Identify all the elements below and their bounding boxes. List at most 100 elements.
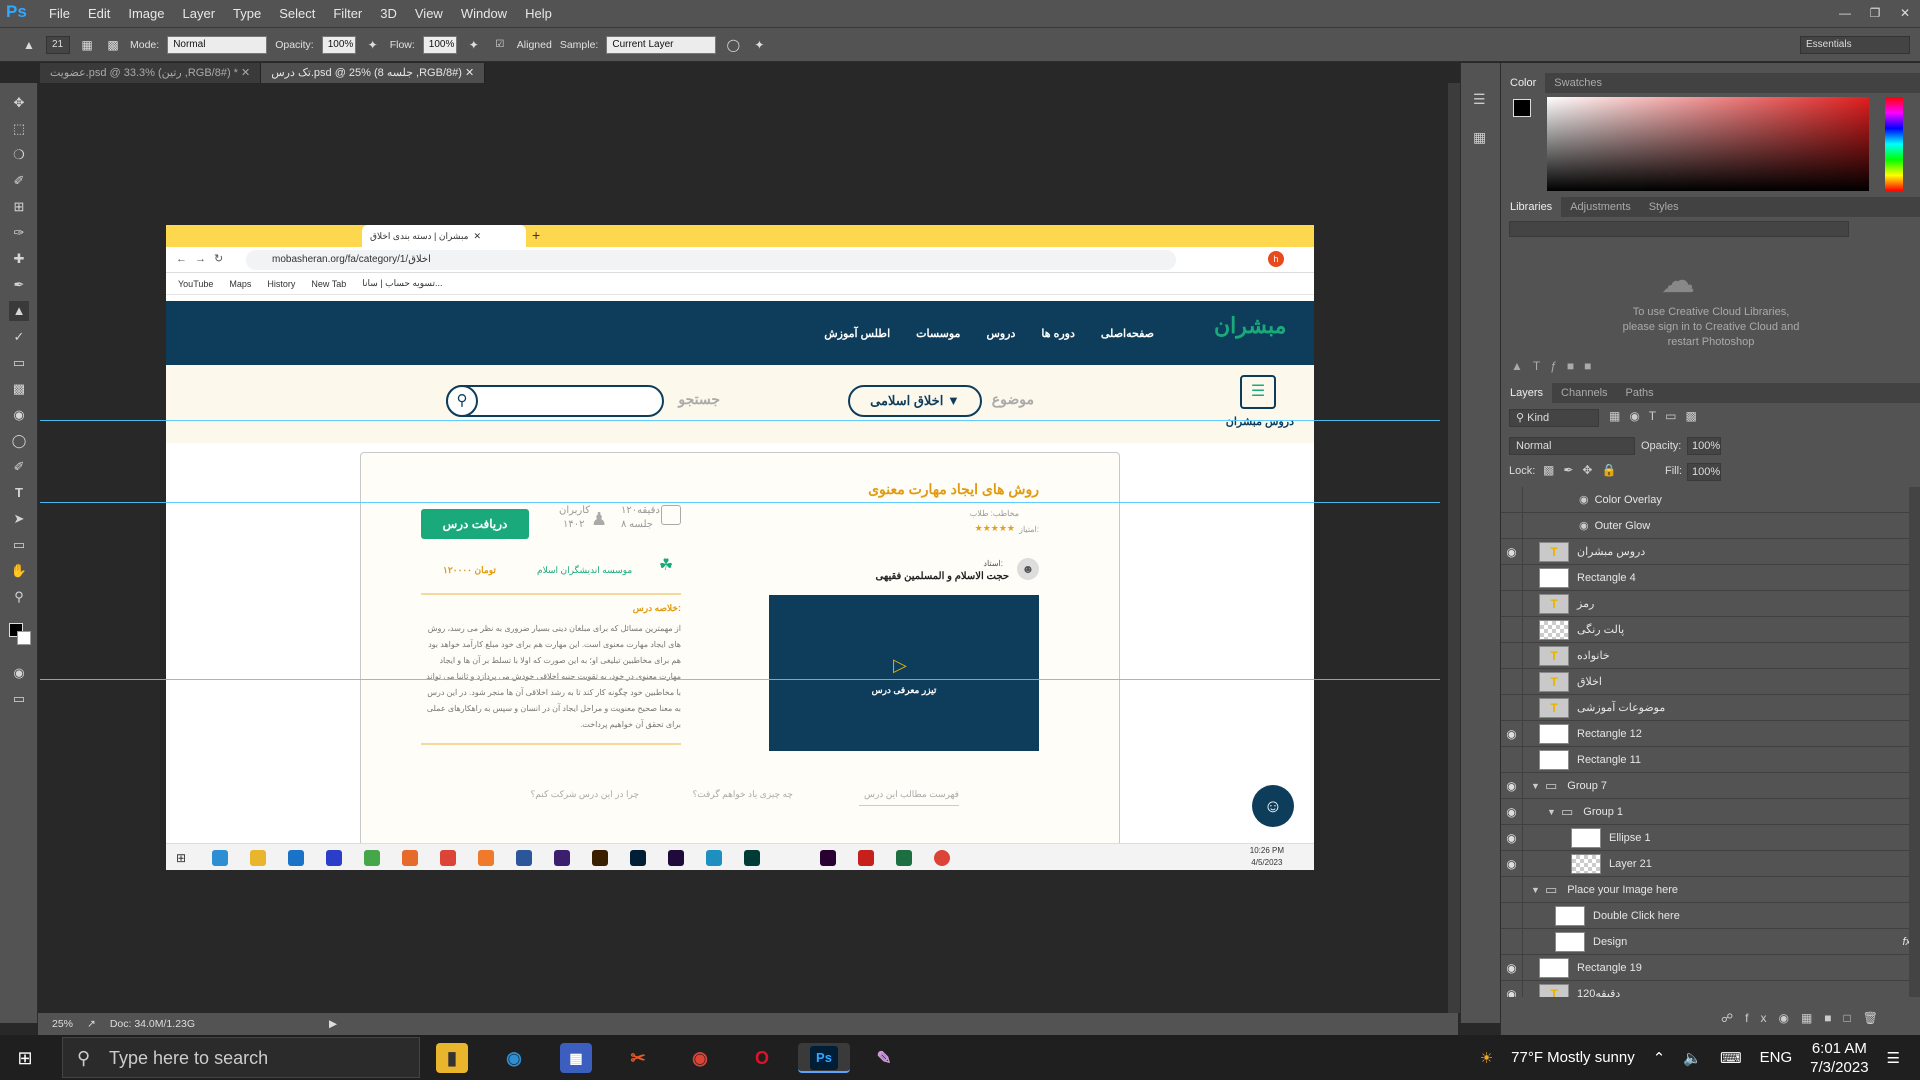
layers-scrollbar[interactable] [1909,487,1920,997]
weather-icon[interactable]: ☀ [1480,1049,1493,1067]
sample-select[interactable]: Current Layer [606,35,717,54]
layer-visibility-eye-icon[interactable] [1501,928,1523,955]
layer-visibility-eye-icon[interactable] [1501,512,1523,539]
paint-icon[interactable]: ✎ [868,1043,900,1073]
canvas-scrollbar[interactable] [1448,83,1460,1013]
layer-visibility-eye-icon[interactable] [1501,590,1523,617]
layer-row[interactable]: ◉ Color Overlay [1501,487,1911,513]
layer-row[interactable]: ◉ ▼ ▭ Group 1 [1501,798,1911,825]
keyboard-icon[interactable]: ⌨ [1720,1049,1742,1067]
tab-swatches[interactable]: Swatches [1545,73,1611,93]
healing-brush-icon[interactable]: ✚ [9,249,29,269]
background-color-swatch[interactable] [17,631,31,645]
lasso-tool-icon[interactable]: ❍ [9,145,29,165]
layer-row[interactable]: Rectangle 4 [1501,564,1911,591]
pressure-size-icon[interactable]: ✦ [750,36,768,54]
layer-visibility-eye-icon[interactable] [1501,694,1523,721]
tab-paths[interactable]: Paths [1617,383,1663,403]
doc-tab-1[interactable]: عضویت.psd @ 33.3% (رتین ,RGB/8#) * ✕ [40,63,262,83]
group-toggle-icon[interactable]: ▼ [1547,807,1561,817]
library-action-icons[interactable]: ▲Tƒ■■ [1511,359,1601,373]
gradient-tool-icon[interactable]: ▩ [9,379,29,399]
workspace-select[interactable]: Essentials [1800,35,1910,54]
layer-row[interactable]: ◉ Ellipse 1 [1501,824,1911,851]
clone-source-icon[interactable]: ▩ [104,36,122,54]
layer-row[interactable]: ◉ T دقیقه120 [1501,980,1911,997]
lock-icons[interactable]: ▩✒✥🔒 [1543,463,1625,477]
clock[interactable]: 6:01 AM 7/3/2023 [1810,1039,1868,1077]
layer-row[interactable]: Rectangle 11 [1501,746,1911,773]
tab-styles[interactable]: Styles [1640,197,1688,217]
type-tool-icon[interactable]: T [9,483,29,503]
status-menu-arrow-icon[interactable]: ▶ [329,1018,337,1030]
tray-chevron-icon[interactable]: ⌃ [1653,1049,1666,1067]
quick-mask-icon[interactable]: ◉ [9,663,29,683]
layer-kind-filter[interactable]: ⚲ Kind [1509,409,1599,427]
layer-row[interactable]: Double Click here [1501,902,1911,929]
layer-row[interactable]: ◉ Rectangle 19 [1501,954,1911,981]
layer-visibility-eye-icon[interactable] [1501,876,1523,903]
layer-visibility-eye-icon[interactable] [1501,616,1523,643]
layer-row[interactable]: Design fx [1501,928,1911,955]
menu-image[interactable]: Image [119,0,173,28]
brush-size[interactable]: 21 [46,35,70,54]
minimize-icon[interactable]: — [1830,0,1860,28]
layer-visibility-eye-icon[interactable]: ◉ [1501,772,1523,799]
layer-row[interactable]: ◉ Outer Glow [1501,512,1911,539]
layer-opacity-input[interactable]: 100% [1687,437,1721,455]
hand-tool-icon[interactable]: ✋ [9,561,29,581]
chrome-icon[interactable]: ◉ [684,1043,716,1073]
layer-row[interactable]: T رمز [1501,590,1911,617]
layer-row[interactable]: ◉ T دروس مبشران [1501,538,1911,565]
menu-3d[interactable]: 3D [371,0,406,28]
menu-window[interactable]: Window [452,0,516,28]
zoom-tool-icon[interactable]: ⚲ [9,587,29,607]
photoshop-taskbar-icon[interactable]: Ps [810,1046,838,1070]
menu-file[interactable]: File [40,0,79,28]
layer-row[interactable]: پالت رنگی [1501,616,1911,643]
snipping-icon[interactable]: ✂ [622,1043,654,1073]
layer-blend-mode[interactable]: Normal [1509,437,1635,455]
eraser-tool-icon[interactable]: ▭ [9,353,29,373]
properties-panel-icon[interactable]: ▦ [1473,129,1486,146]
shape-tool-icon[interactable]: ▭ [9,535,29,555]
layer-visibility-eye-icon[interactable] [1501,642,1523,669]
clone-stamp-icon[interactable]: ▲ [9,301,29,321]
color-field[interactable] [1547,97,1869,191]
marquee-tool-icon[interactable]: ⬚ [9,119,29,139]
restore-icon[interactable]: ❐ [1860,0,1890,28]
windows-start-icon[interactable]: ⊞ [14,1047,36,1069]
brush-panel-icon[interactable]: ▦ [78,36,96,54]
layer-visibility-eye-icon[interactable]: ◉ [1501,538,1523,565]
screen-mode-icon[interactable]: ▭ [9,689,29,709]
clone-stamp-tool-icon[interactable]: ▲ [20,36,38,54]
layers-footer-icons[interactable]: ☍fx◉▦■□🗑 [1721,1011,1890,1025]
fg-color-chip[interactable] [1513,99,1531,117]
opacity-input[interactable]: 100% [321,35,356,54]
menu-help[interactable]: Help [516,0,561,28]
path-select-icon[interactable]: ➤ [9,509,29,529]
pen-tool-icon[interactable]: ✐ [9,457,29,477]
airbrush-icon[interactable]: ✦ [465,36,483,54]
share-icon[interactable]: ↗ [87,1018,96,1030]
edge-icon[interactable]: ◉ [498,1043,530,1073]
layer-filter-icons[interactable]: ▦◉T▭▩ [1609,409,1706,423]
layer-visibility-eye-icon[interactable]: ◉ [1501,954,1523,981]
file-explorer-icon[interactable]: ▮ [436,1043,468,1073]
layer-fill-input[interactable]: 100% [1687,463,1721,481]
layer-visibility-eye-icon[interactable]: ◉ [1501,980,1523,997]
doc-tab-2[interactable]: تک درس.psd @ 25% (8 جلسه ,RGB/8#) ✕ [261,63,486,83]
layer-row[interactable]: ▼ ▭ Place your Image here [1501,876,1911,903]
brush-tool-icon[interactable]: ✒ [9,275,29,295]
crop-tool-icon[interactable]: ⊞ [9,197,29,217]
weather-text[interactable]: 77°F Mostly sunny [1511,1049,1635,1066]
zoom-level[interactable]: 25% [52,1018,73,1030]
menu-view[interactable]: View [406,0,452,28]
volume-icon[interactable]: 🔈 [1683,1049,1702,1067]
opera-icon[interactable]: O [746,1043,778,1073]
mode-select[interactable]: Normal [167,35,268,54]
tab-channels[interactable]: Channels [1552,383,1616,403]
layer-row[interactable]: T اخلاق [1501,668,1911,695]
menu-filter[interactable]: Filter [324,0,371,28]
pressure-opacity-icon[interactable]: ✦ [364,36,382,54]
